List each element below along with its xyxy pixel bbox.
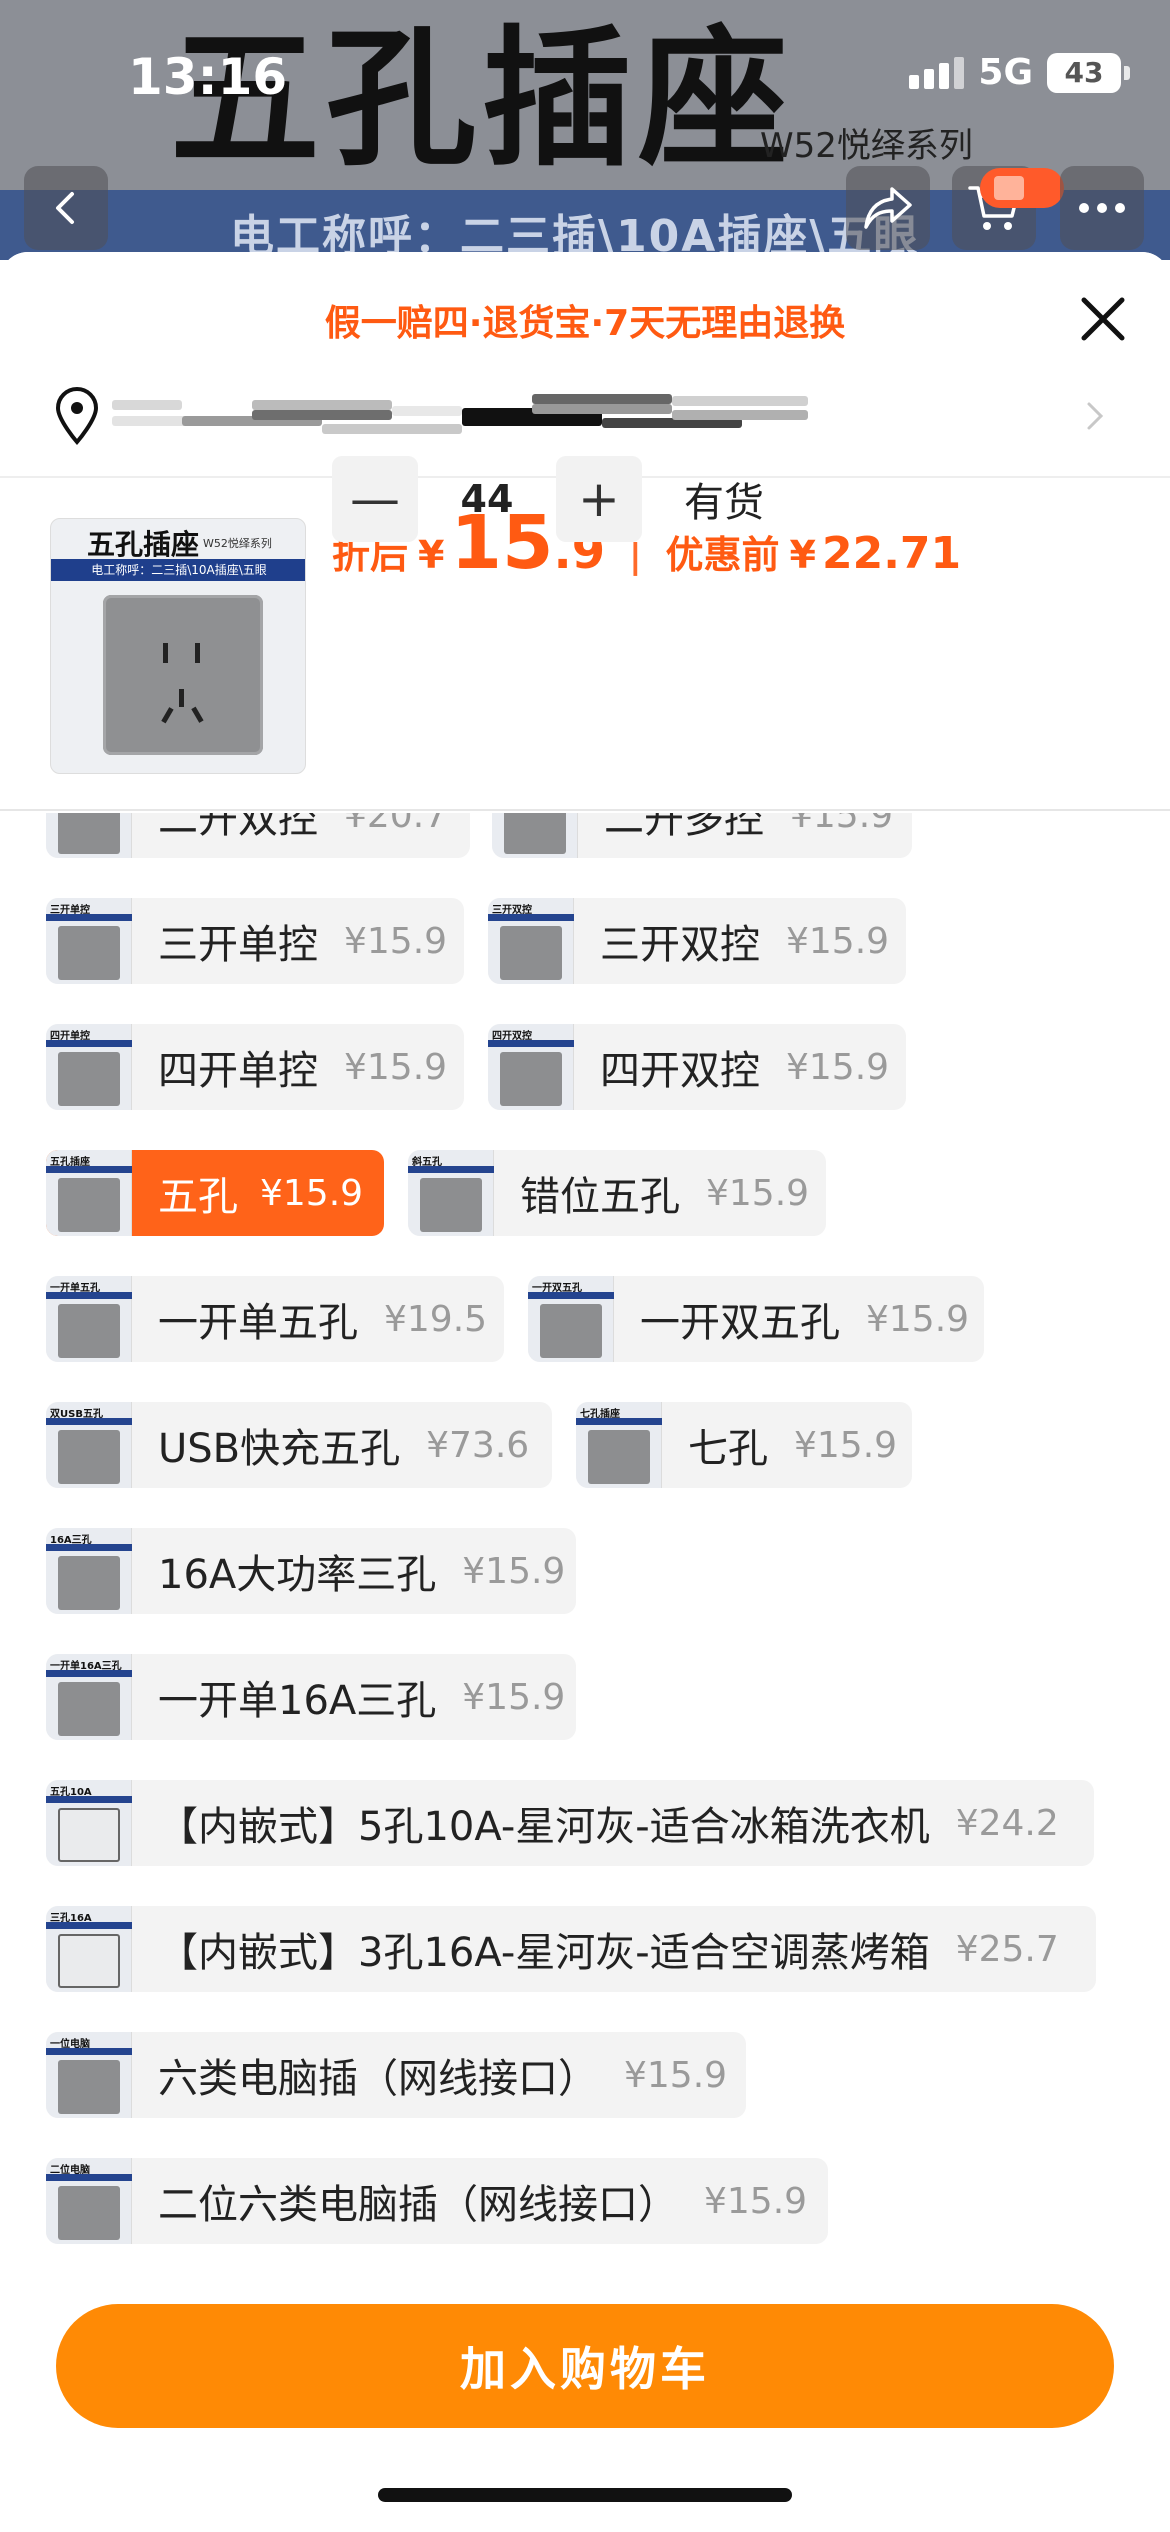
variant-thumbnail: 五孔插座 xyxy=(46,1150,132,1236)
variant-name: 三开单控 xyxy=(158,922,318,968)
five-hole-socket-icon xyxy=(161,643,204,724)
variant-price: ¥15.9 xyxy=(866,1298,970,1340)
variant-name: 错位五孔 xyxy=(520,1174,680,1220)
variant-option[interactable]: 三孔16A 【内嵌式】3孔16A-星河灰-适合空调蒸烤箱 ¥25.7 xyxy=(46,1906,1096,1992)
variant-thumbnail: 三开双控 xyxy=(488,898,574,984)
variant-thumbnail: 四开单控 xyxy=(46,1024,132,1110)
variant-option[interactable]: 斜五孔 错位五孔 ¥15.9 xyxy=(408,1150,826,1236)
variant-name: 一开单16A三孔 xyxy=(158,1678,437,1724)
variant-thumbnail: 五孔10A xyxy=(46,1780,132,1866)
product-thumbnail[interactable]: 五孔插座 W52悦绎系列 电工称呼：二三插\10A插座\五眼 xyxy=(50,518,306,774)
variant-name: USB快充五孔 xyxy=(158,1426,401,1472)
address-redacted xyxy=(112,394,1008,436)
variant-option[interactable]: 七孔插座 七孔 ¥15.9 xyxy=(576,1402,912,1488)
variant-option[interactable]: 四开单控 四开单控 ¥15.9 xyxy=(46,1024,464,1110)
quantity-stepper: — 44 + 有货 xyxy=(332,456,764,542)
add-to-cart-button[interactable]: 加入购物车 xyxy=(56,2304,1114,2428)
variant-name: 【内嵌式】5孔10A-星河灰-适合冰箱洗衣机 xyxy=(158,1804,930,1850)
variant-thumbnail: 一开单五孔 xyxy=(46,1276,132,1362)
variant-name: 四开单控 xyxy=(158,1048,318,1094)
variant-name: 四开双控 xyxy=(600,1048,760,1094)
variant-thumbnail: 一位电脑 xyxy=(46,2032,132,2118)
variant-price: ¥15.9 xyxy=(344,1046,448,1088)
increase-quantity-button[interactable]: + xyxy=(556,456,642,542)
variant-price: ¥15.9 xyxy=(786,1046,890,1088)
variant-price: ¥24.2 xyxy=(955,1802,1059,1844)
variant-option-selected[interactable]: 五孔插座 五孔 ¥15.9 xyxy=(46,1150,384,1236)
variant-price: ¥15.9 xyxy=(462,1550,566,1592)
variant-price: ¥19.5 xyxy=(384,1298,488,1340)
variant-option[interactable]: 五孔10A 【内嵌式】5孔10A-星河灰-适合冰箱洗衣机 ¥24.2 xyxy=(46,1780,1094,1866)
thumbnail-band: 电工称呼：二三插\10A插座\五眼 xyxy=(51,559,305,581)
variant-thumbnail: 一开双五孔 xyxy=(528,1276,614,1362)
decrease-quantity-button[interactable]: — xyxy=(332,456,418,542)
variant-price: ¥15.9 xyxy=(786,920,890,962)
variant-thumbnail: 七孔插座 xyxy=(576,1402,662,1488)
variant-thumbnail: 二位电脑 xyxy=(46,2158,132,2244)
variant-thumbnail: 斜五孔 xyxy=(408,1150,494,1236)
variant-option[interactable]: 16A三孔 16A大功率三孔 ¥15.9 xyxy=(46,1528,576,1614)
variant-price: ¥15.9 xyxy=(462,1676,566,1718)
variant-thumbnail: 16A三孔 xyxy=(46,1528,132,1614)
guarantee-banner: 假一赔四·退货宝·7天无理由退换 xyxy=(324,303,846,344)
thumbnail-series: W52悦绎系列 xyxy=(203,537,272,550)
variant-name: 一开单五孔 xyxy=(158,1300,358,1346)
home-indicator xyxy=(378,2488,792,2502)
variant-thumbnail: 一开单16A三孔 xyxy=(46,1654,132,1740)
variant-price: ¥15.9 xyxy=(706,1172,810,1214)
variant-name: 六类电脑插（网线接口） xyxy=(158,2056,598,2102)
variant-name: 五孔 xyxy=(158,1174,238,1220)
variant-name: 三开双控 xyxy=(600,922,760,968)
variant-thumbnail: 四开双控 xyxy=(488,1024,574,1110)
variant-thumbnail: 双USB五孔 xyxy=(46,1402,132,1488)
location-pin-icon xyxy=(55,387,99,446)
variant-option[interactable]: 三开双控 三开双控 ¥15.9 xyxy=(488,898,906,984)
variant-name: 【内嵌式】3孔16A-星河灰-适合空调蒸烤箱 xyxy=(158,1930,930,1976)
stock-status: 有货 xyxy=(684,480,764,526)
quantity-value[interactable]: 44 xyxy=(418,477,556,521)
variant-option[interactable]: 一开单五孔 一开单五孔 ¥19.5 xyxy=(46,1276,504,1362)
variant-option[interactable]: 一位电脑 六类电脑插（网线接口） ¥15.9 xyxy=(46,2032,746,2118)
variant-price: ¥15.9 xyxy=(794,1424,898,1466)
chevron-right-icon xyxy=(1087,402,1104,430)
variant-price: ¥15.9 xyxy=(344,920,448,962)
variant-option[interactable]: 一开双五孔 一开双五孔 ¥15.9 xyxy=(528,1276,984,1362)
variant-option[interactable]: 四开双控 四开双控 ¥15.9 xyxy=(488,1024,906,1110)
price-separator: | xyxy=(629,537,642,577)
thumbnail-title: 五孔插座 xyxy=(87,528,200,561)
variant-price: ¥25.7 xyxy=(955,1928,1059,1970)
variant-price: ¥73.6 xyxy=(426,1424,530,1466)
socket-plate-image xyxy=(103,595,263,755)
variant-name: 一开双五孔 xyxy=(640,1300,840,1346)
variant-name: 16A大功率三孔 xyxy=(158,1552,437,1598)
variant-option[interactable]: 一开单16A三孔 一开单16A三孔 ¥15.9 xyxy=(46,1654,576,1740)
variant-option[interactable]: 二位电脑 二位六类电脑插（网线接口） ¥15.9 xyxy=(46,2158,828,2244)
variant-option[interactable]: 三开单控 三开单控 ¥15.9 xyxy=(46,898,464,984)
variant-thumbnail: 三孔16A xyxy=(46,1906,132,1992)
variant-price: ¥15.9 xyxy=(624,2054,728,2096)
variant-name: 二位六类电脑插（网线接口） xyxy=(158,2182,678,2228)
variant-thumbnail: 三开单控 xyxy=(46,898,132,984)
variant-name: 七孔 xyxy=(688,1426,768,1472)
variant-price: ¥15.9 xyxy=(260,1172,364,1214)
close-icon[interactable] xyxy=(1076,292,1130,346)
original-currency-symbol: ¥ xyxy=(789,533,816,577)
original-price-value: 22.71 xyxy=(821,528,962,579)
variant-price: ¥15.9 xyxy=(704,2180,808,2222)
variant-option[interactable]: 双USB五孔 USB快充五孔 ¥73.6 xyxy=(46,1402,552,1488)
